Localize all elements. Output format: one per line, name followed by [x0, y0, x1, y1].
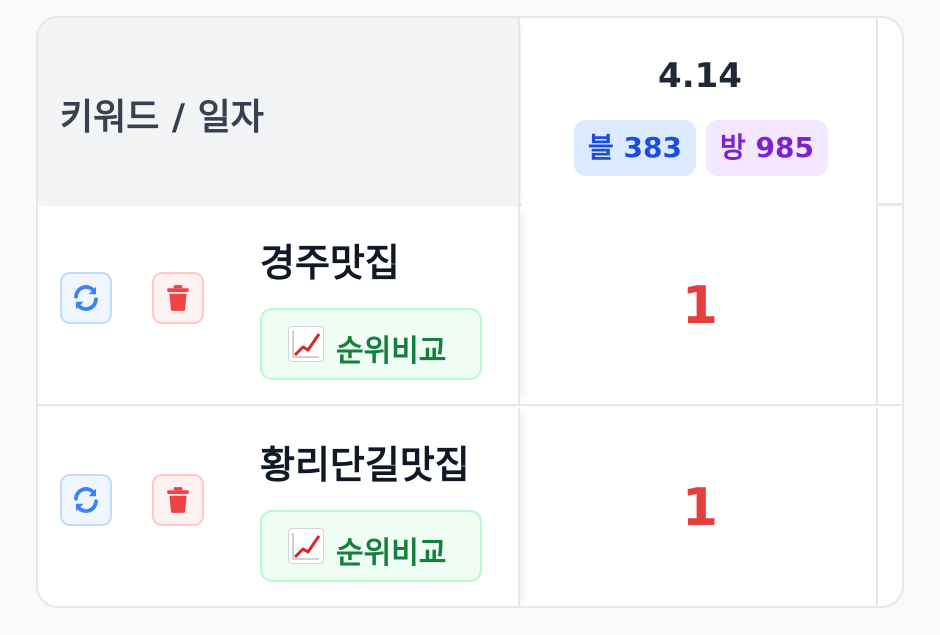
rank-compare-label: 순위비교 — [336, 536, 447, 571]
table-header-row: 키워드 / 일자 4.14 블 383 방 985 — [38, 18, 902, 206]
trash-icon — [167, 285, 189, 311]
delete-button[interactable] — [152, 272, 204, 324]
keyword-text: 경주맛집 — [260, 241, 400, 285]
keyword-cell: 황리단길맛집 순위비교 — [38, 408, 520, 606]
table-row: 경주맛집 순위비교 1 — [38, 206, 902, 406]
header-keyword-cell: 키워드 / 일자 — [38, 18, 520, 206]
keyword-cell: 경주맛집 순위비교 — [38, 206, 520, 404]
rank-table: 키워드 / 일자 4.14 블 383 방 985 경주맛집 순위비교 1 황리… — [36, 16, 904, 608]
blog-count-badge: 블 383 — [574, 120, 696, 176]
place-count-badge: 방 985 — [706, 120, 828, 176]
refresh-icon — [74, 285, 98, 311]
rank-cell: 1 — [522, 206, 878, 404]
date-label: 4.14 — [658, 56, 742, 96]
rank-value: 1 — [681, 478, 719, 538]
table-row: 황리단길맛집 순위비교 1 — [38, 408, 902, 606]
trash-icon — [167, 487, 189, 513]
keyword-date-header: 키워드 / 일자 — [60, 97, 264, 138]
rank-value: 1 — [681, 276, 719, 336]
keyword-text: 황리단길맛집 — [260, 443, 470, 487]
refresh-button[interactable] — [60, 272, 112, 324]
chart-increasing-icon — [288, 528, 324, 564]
chart-increasing-icon — [288, 326, 324, 362]
refresh-button[interactable] — [60, 474, 112, 526]
header-date-cell: 4.14 블 383 방 985 — [522, 18, 878, 206]
delete-button[interactable] — [152, 474, 204, 526]
refresh-icon — [74, 487, 98, 513]
rank-compare-button[interactable]: 순위비교 — [260, 308, 482, 380]
rank-compare-label: 순위비교 — [336, 334, 447, 369]
rank-cell: 1 — [522, 408, 878, 606]
rank-compare-button[interactable]: 순위비교 — [260, 510, 482, 582]
